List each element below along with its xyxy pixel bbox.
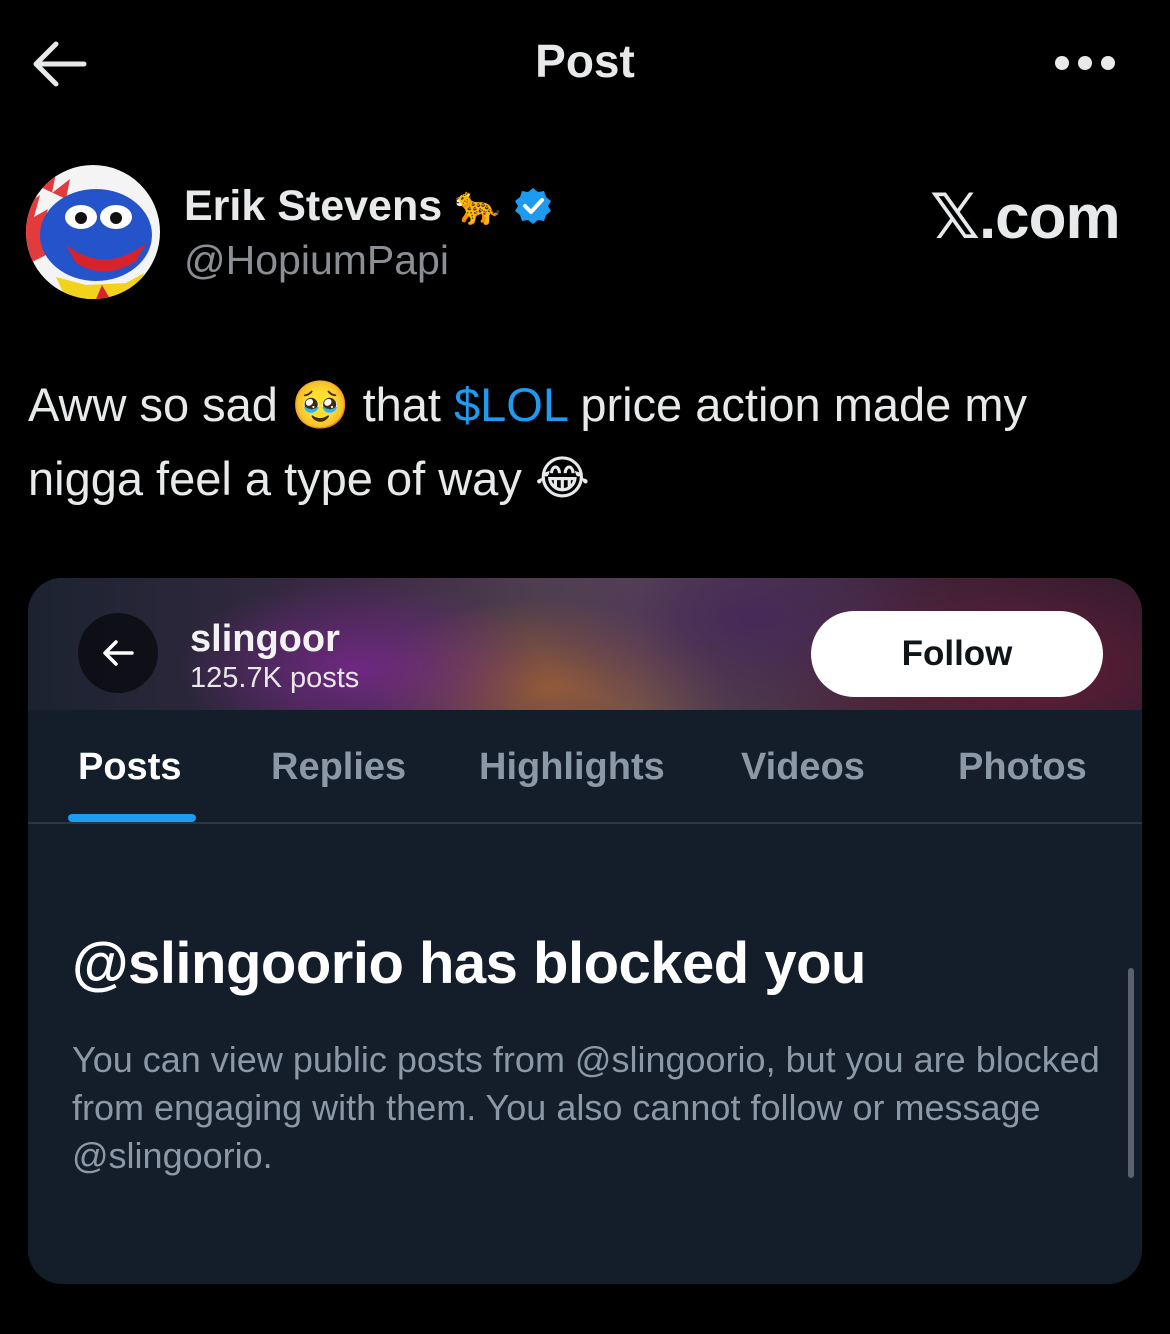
pleading-face-emoji-icon: 🥹: [290, 377, 350, 431]
embedded-tab-videos: Videos: [741, 746, 865, 788]
top-bar: Post: [0, 0, 1170, 126]
cheetah-emoji-icon: 🐆: [454, 185, 502, 227]
author-name-row: Erik Stevens 🐆: [184, 178, 553, 234]
tweet-text-part: Aww so sad: [28, 378, 291, 431]
author-name[interactable]: Erik Stevens: [184, 182, 442, 231]
back-arrow-icon: [103, 640, 134, 666]
verified-badge-icon: [515, 188, 552, 224]
blocked-title: @slingoorio has blocked you: [72, 931, 866, 996]
avatar[interactable]: [26, 165, 160, 299]
embedded-tab-posts: Posts: [78, 746, 182, 788]
embedded-post-count: 125.7K posts: [190, 662, 360, 694]
embedded-profile-name: slingoor: [190, 618, 340, 660]
embedded-back-button: [78, 613, 158, 693]
tweet-text-part: that: [349, 378, 455, 431]
author-handle[interactable]: @HopiumPapi: [184, 237, 449, 284]
more-horizontal-icon: [1055, 56, 1115, 70]
embedded-profile-header: slingoor 125.7K posts Follow: [28, 578, 1142, 710]
embedded-image[interactable]: slingoor 125.7K posts Follow Posts Repli…: [28, 578, 1142, 1284]
embedded-tab-photos: Photos: [958, 746, 1087, 788]
more-options-button[interactable]: [1050, 48, 1120, 78]
tweet-text: Aww so sad 🥹 that $LOL price action made…: [28, 370, 1148, 517]
blocked-description: You can view public posts from @slingoor…: [72, 1039, 1100, 1176]
embedded-scrollbar: [1128, 968, 1134, 1178]
tears-of-joy-emoji-icon: 😂: [534, 451, 590, 505]
embedded-tab-replies: Replies: [271, 746, 407, 788]
embedded-follow-button: Follow: [811, 611, 1103, 697]
pepe-avatar-icon: [26, 165, 160, 299]
active-tab-indicator: [68, 814, 196, 822]
cashtag-link[interactable]: $LOL: [454, 378, 567, 431]
embedded-tab-bar: Posts Replies Highlights Videos Photos: [28, 710, 1142, 824]
embedded-tab-highlights: Highlights: [479, 746, 665, 788]
page-title: Post: [535, 35, 635, 87]
x-com-watermark: 𝕏.com: [930, 183, 1121, 252]
